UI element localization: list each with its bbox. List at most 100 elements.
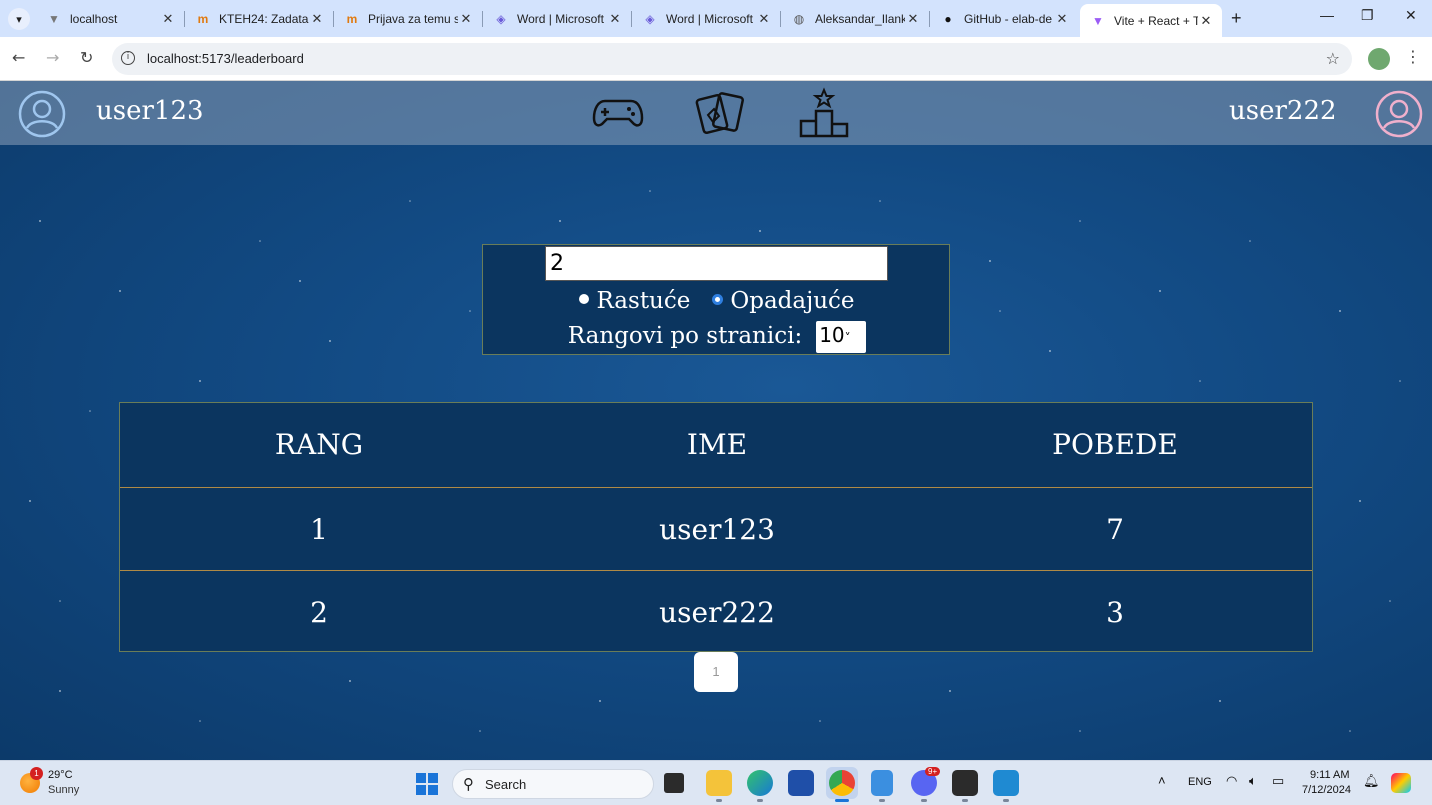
running-indicator [716,799,722,802]
name-cell: user222 [659,596,775,629]
weather-temperature[interactable]: 29°C [48,769,73,781]
browser-tab[interactable]: ▼ localhost ✕ [36,5,185,33]
user-avatar-icon-left[interactable] [18,90,66,138]
per-page-select[interactable]: 10˅ [816,321,867,353]
running-indicator [879,799,885,802]
rank-cell: 2 [310,596,328,629]
clock-time[interactable]: 9:11 AM [1310,769,1350,781]
moodle-icon: m [197,12,209,26]
close-tab-icon[interactable]: ✕ [905,11,921,27]
close-tab-icon[interactable]: ✕ [160,11,176,27]
chevron-down-icon: ˅ [844,331,851,345]
chrome-icon[interactable] [829,770,855,796]
notepad-icon[interactable] [871,770,893,796]
running-indicator [921,799,927,802]
column-header-pobede: POBEDE [1052,428,1178,461]
url-text[interactable]: localhost:5173/leaderboard [147,51,304,66]
store-icon[interactable] [788,770,814,796]
minimize-button[interactable]: — [1320,7,1334,23]
discord-badge: 9+ [925,767,941,776]
wifi-icon[interactable]: ◠ [1226,773,1237,789]
windows-start-icon[interactable] [416,773,438,795]
leaderboard-table: RANG IME POBEDE 1 user123 7 2 user222 3 [119,402,1313,652]
task-view-icon[interactable] [664,773,684,793]
browser-tab[interactable]: ◍ Aleksandar_Ilank ✕ [781,5,930,33]
clock-date[interactable]: 7/12/2024 [1302,784,1351,796]
app-header: user123 user222 [0,81,1432,145]
cards-icon[interactable] [694,87,748,139]
search-input[interactable] [545,246,888,281]
terminal-icon[interactable] [952,770,978,796]
browser-tab[interactable]: ◈ Word | Microsoft ✕ [632,5,781,33]
browser-tab-active[interactable]: ▼ Vite + React + T ✕ [1080,4,1222,37]
sort-descending-radio[interactable] [712,293,724,305]
user-avatar-icon-right[interactable] [1375,90,1423,138]
vite-icon: ▼ [1092,13,1104,28]
table-row: 1 user123 7 [120,487,1312,570]
close-tab-icon[interactable]: ✕ [1054,11,1070,27]
battery-icon[interactable]: ▭ [1272,773,1284,789]
volume-icon[interactable]: 🔈︎ [1249,773,1257,789]
player-one-name: user123 [96,96,204,126]
file-explorer-icon[interactable] [706,770,732,796]
notification-bell-icon[interactable]: 🔔︎ [1363,773,1380,789]
bookmark-star-icon[interactable]: ☆ [1326,49,1340,68]
close-tab-icon[interactable]: ✕ [607,11,623,27]
running-indicator [1003,799,1009,802]
close-tab-icon[interactable]: ✕ [1198,13,1214,29]
table-row: 2 user222 3 [120,570,1312,653]
browser-tab[interactable]: m Prijava za temu s ✕ [334,5,483,33]
sort-descending-label[interactable]: Opadajuće [730,288,854,314]
sort-ascending-label[interactable]: Rastuće [596,288,690,314]
close-tab-icon[interactable]: ✕ [458,11,474,27]
browser-tab[interactable]: m KTEH24: Zadatak ✕ [185,5,334,33]
close-tab-icon[interactable]: ✕ [756,11,772,27]
column-header-ime: IME [686,428,748,461]
browser-menu-icon[interactable]: ⋮ [1405,47,1421,66]
close-window-button[interactable]: ✕ [1405,7,1417,24]
copilot-taskbar-icon[interactable] [1391,773,1411,793]
close-tab-icon[interactable]: ✕ [309,11,325,27]
globe-icon: ◍ [793,12,805,26]
site-info-icon[interactable]: i [121,51,135,65]
table-header-row: RANG IME POBEDE [120,403,1312,486]
chevron-up-icon[interactable]: ˄ [1158,773,1166,788]
browser-tab[interactable]: ● GitHub - elab-de ✕ [930,5,1078,33]
rank-cell: 1 [310,513,328,546]
weather-badge: 1 [30,767,43,780]
per-page-row: Rangovi po stranici: 10˅ [483,321,951,353]
new-tab-button[interactable]: + [1231,8,1242,29]
profile-avatar[interactable] [1368,48,1390,70]
language-indicator[interactable]: ENG [1188,776,1212,788]
tab-search-button[interactable]: ▾ [8,8,30,30]
leaderboard-filters: Rastuće Opadajuće Rangovi po stranici: 10˅ [482,244,950,355]
edge-icon[interactable] [747,770,773,796]
weather-condition[interactable]: Sunny [48,784,79,796]
per-page-label: Rangovi po stranici: [567,323,803,349]
back-button[interactable]: ← [12,48,25,67]
column-header-rang: RANG [274,428,364,461]
restore-button[interactable]: ❐ [1361,7,1374,24]
per-page-value: 10 [819,323,845,347]
url-field[interactable]: i localhost:5173/leaderboard ☆ [112,43,1352,75]
github-icon: ● [944,12,952,26]
wins-cell: 7 [1106,513,1124,546]
search-icon: ⚲ [463,775,474,793]
reload-button[interactable]: ↻ [80,48,93,67]
page-button[interactable]: 1 [694,652,738,692]
sort-ascending-radio[interactable] [579,294,590,304]
podium-icon[interactable] [797,87,851,139]
wins-cell: 3 [1106,596,1124,629]
vscode-icon[interactable] [993,770,1019,796]
taskbar-search[interactable]: ⚲ Search [452,769,654,799]
browser-tab[interactable]: ◈ Word | Microsoft ✕ [483,5,632,33]
running-indicator [757,799,763,802]
forward-button[interactable]: → [46,48,59,67]
player-two-name: user222 [1229,96,1337,126]
gamepad-icon[interactable] [591,87,645,139]
moodle-icon: m [346,12,358,26]
copilot-icon: ◈ [496,12,506,26]
name-cell: user123 [659,513,775,546]
copilot-icon: ◈ [645,12,655,26]
running-indicator [962,799,968,802]
